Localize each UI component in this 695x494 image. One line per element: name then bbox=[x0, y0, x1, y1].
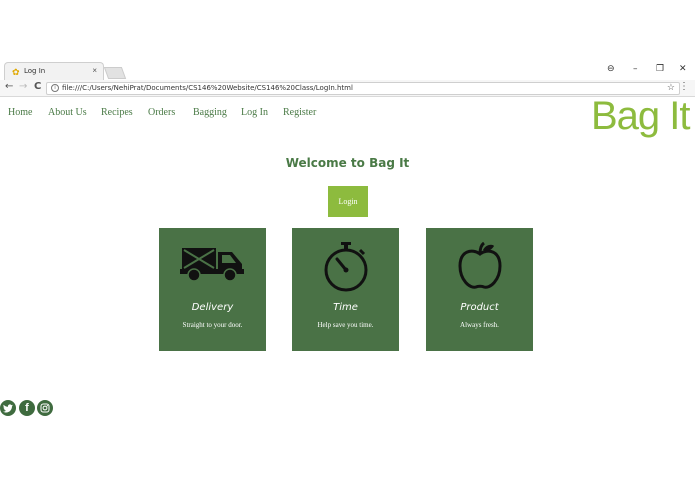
nav-orders[interactable]: Orders bbox=[148, 107, 175, 118]
facebook-icon[interactable]: f bbox=[19, 400, 35, 416]
account-icon[interactable]: ⊖ bbox=[607, 64, 615, 74]
tab-strip: ✿ Log In × bbox=[0, 62, 695, 80]
card-product: Product Always fresh. bbox=[426, 228, 533, 351]
card-text: Help save you time. bbox=[317, 321, 374, 329]
minimize-icon[interactable]: – bbox=[633, 64, 638, 74]
reload-icon[interactable]: C bbox=[34, 81, 41, 92]
restore-icon[interactable]: ❐ bbox=[656, 64, 664, 74]
card-title: Product bbox=[460, 302, 499, 313]
login-button[interactable]: Login bbox=[328, 186, 368, 217]
bookmark-star-icon[interactable]: ☆ bbox=[667, 82, 675, 93]
forward-icon[interactable]: → bbox=[19, 81, 27, 92]
window-close-icon[interactable]: ✕ bbox=[679, 64, 687, 74]
site-logo[interactable]: Bag It bbox=[591, 94, 691, 139]
nav-log-in[interactable]: Log In bbox=[241, 107, 268, 118]
twitter-icon[interactable] bbox=[0, 400, 16, 416]
apple-icon bbox=[457, 242, 502, 289]
instagram-icon[interactable] bbox=[37, 400, 53, 416]
back-icon[interactable]: ← bbox=[5, 81, 13, 92]
page-title: Welcome to Bag It bbox=[285, 156, 410, 170]
url-input[interactable]: i file:///C:/Users/NehiPrat/Documents/CS… bbox=[46, 82, 680, 95]
page-info-icon[interactable]: i bbox=[51, 84, 59, 92]
nav-about-us[interactable]: About Us bbox=[48, 107, 87, 118]
new-tab-button[interactable] bbox=[103, 67, 127, 79]
favicon-icon: ✿ bbox=[12, 67, 20, 77]
card-title: Delivery bbox=[191, 302, 234, 313]
twitter-bird-glyph bbox=[3, 403, 13, 412]
card-title: Time bbox=[333, 302, 358, 313]
tab-title: Log In bbox=[24, 67, 46, 75]
nav-home[interactable]: Home bbox=[8, 107, 32, 118]
nav-bagging[interactable]: Bagging bbox=[193, 107, 227, 118]
stopwatch-icon bbox=[324, 242, 367, 292]
browser-menu-icon[interactable]: ⋮ bbox=[679, 81, 689, 92]
url-text: file:///C:/Users/NehiPrat/Documents/CS14… bbox=[62, 84, 353, 92]
card-time: Time Help save you time. bbox=[292, 228, 399, 351]
browser-tab[interactable]: ✿ Log In × bbox=[4, 62, 104, 80]
instagram-camera-glyph bbox=[40, 403, 50, 413]
card-text: Straight to your door. bbox=[182, 321, 243, 329]
nav-recipes[interactable]: Recipes bbox=[101, 107, 133, 118]
card-text: Always fresh. bbox=[460, 321, 499, 329]
truck-icon bbox=[179, 248, 244, 282]
tab-close-icon[interactable]: × bbox=[92, 66, 97, 75]
nav-register[interactable]: Register bbox=[283, 107, 316, 118]
card-delivery: Delivery Straight to your door. bbox=[159, 228, 266, 351]
